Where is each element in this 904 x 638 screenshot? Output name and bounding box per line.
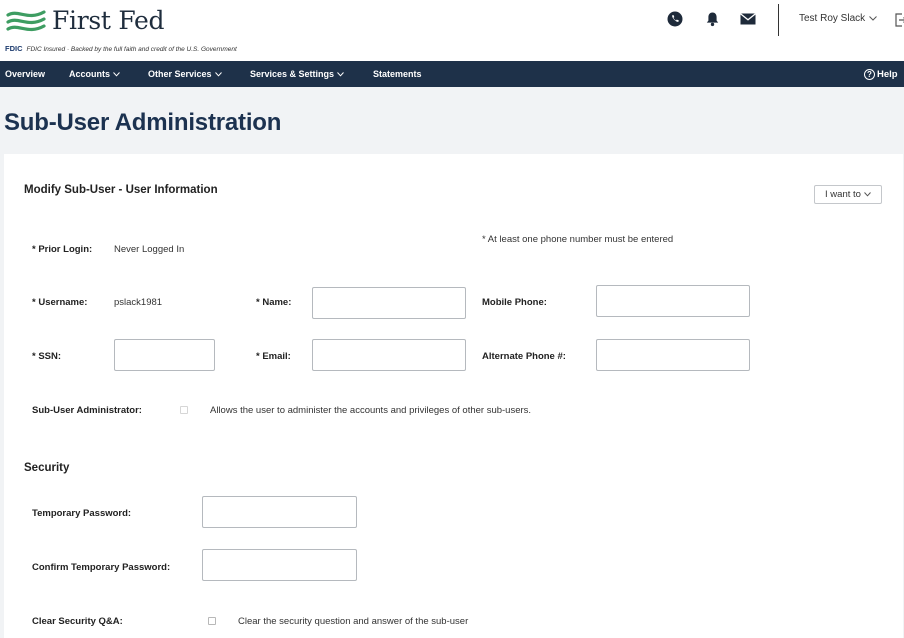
phone-requirement-note: * At least one phone number must be ente… <box>482 234 674 245</box>
nav-overview[interactable]: Overview <box>5 61 45 87</box>
fdic-statement: FDIC FDIC Insured · Backed by the full fa… <box>5 44 237 53</box>
i-want-to-dropdown[interactable]: I want to <box>814 185 882 204</box>
temporary-password-label: Temporary Password: <box>32 508 132 519</box>
page-title: Sub-User Administration <box>4 109 282 136</box>
help-label: Help <box>877 68 898 80</box>
mobile-phone-input[interactable] <box>596 285 750 317</box>
email-input[interactable] <box>312 339 466 371</box>
bell-icon[interactable] <box>703 10 721 28</box>
user-info-section-title: Modify Sub-User - User Information <box>24 184 218 196</box>
alternate-phone-input[interactable] <box>596 339 750 371</box>
main-nav: Overview Accounts Other Services Service… <box>0 61 904 87</box>
clear-security-qa-label: Clear Security Q&A: <box>32 616 123 627</box>
sub-user-admin-label: Sub-User Administrator: <box>32 405 142 416</box>
chevron-down-icon <box>869 16 877 21</box>
clear-security-qa-description: Clear the security question and answer o… <box>238 616 469 627</box>
alternate-phone-label: Alternate Phone #: <box>482 351 566 362</box>
sub-user-admin-checkbox[interactable] <box>180 406 188 414</box>
nav-other-services[interactable]: Other Services <box>148 61 222 87</box>
user-menu[interactable]: Test Roy Slack <box>799 13 877 24</box>
header-divider <box>778 4 779 36</box>
help-icon: ? <box>864 68 875 80</box>
username-value: pslack1981 <box>114 297 163 308</box>
mail-icon[interactable] <box>739 10 757 28</box>
name-label: * Name: <box>256 297 292 308</box>
phone-icon[interactable] <box>666 10 684 28</box>
nav-other-services-label: Other Services <box>148 68 212 79</box>
nav-accounts-label: Accounts <box>69 68 111 79</box>
mobile-phone-label: Mobile Phone: <box>482 297 547 308</box>
fdic-mark: FDIC <box>5 44 23 53</box>
user-name: Test Roy Slack <box>799 13 866 24</box>
brand-name: First Fed <box>52 6 165 35</box>
nav-services-settings-label: Services & Settings <box>250 68 335 79</box>
nav-services-settings[interactable]: Services & Settings <box>250 61 344 87</box>
i-want-to-label: I want to <box>825 189 861 200</box>
clear-security-qa-checkbox[interactable] <box>208 617 216 625</box>
chevron-down-icon <box>214 71 222 77</box>
name-input[interactable] <box>312 287 466 319</box>
temporary-password-input[interactable] <box>202 496 357 528</box>
brand-logo[interactable]: First Fed <box>6 6 165 35</box>
confirm-temporary-password-input[interactable] <box>202 549 357 581</box>
app-header: First Fed FDIC FDIC Insured · Backed by t… <box>0 0 904 61</box>
security-section-title: Security <box>24 462 70 474</box>
nav-accounts[interactable]: Accounts <box>69 61 120 87</box>
sub-user-admin-description: Allows the user to administer the accoun… <box>210 405 532 416</box>
ssn-label: * SSN: <box>32 351 62 362</box>
fdic-text: FDIC Insured · Backed by the full faith … <box>26 46 237 53</box>
help-link[interactable]: ? Help <box>864 61 898 87</box>
username-label: * Username: <box>32 297 88 308</box>
email-label: * Email: <box>256 351 291 362</box>
chevron-down-icon <box>864 192 871 197</box>
chevron-down-icon <box>113 71 120 77</box>
logout-icon[interactable] <box>895 13 904 27</box>
confirm-temporary-password-label: Confirm Temporary Password: <box>32 562 171 573</box>
first-fed-logo-icon <box>6 9 46 31</box>
chevron-down-icon <box>337 71 344 77</box>
prior-login-label: * Prior Login: <box>32 244 93 255</box>
prior-login-value: Never Logged In <box>114 244 185 255</box>
ssn-input[interactable] <box>114 339 215 371</box>
nav-statements-label: Statements <box>373 68 422 79</box>
nav-statements[interactable]: Statements <box>373 61 422 87</box>
nav-overview-label: Overview <box>5 68 46 79</box>
